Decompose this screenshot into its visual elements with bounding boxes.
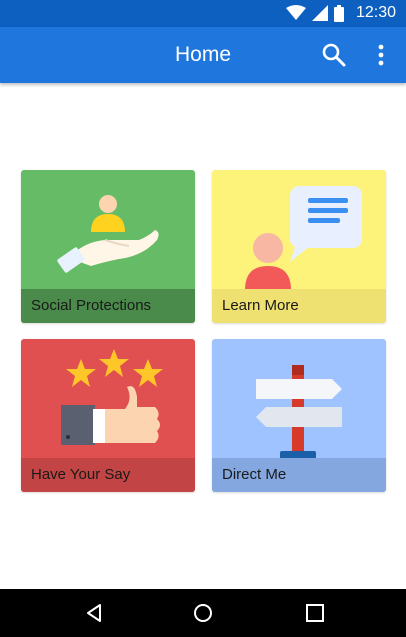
- wifi-icon: [285, 5, 306, 20]
- back-icon[interactable]: [82, 601, 106, 625]
- navigation-bar: [0, 589, 406, 637]
- app-bar: Home: [0, 27, 406, 83]
- status-bar: 12:30: [0, 0, 406, 27]
- tile-direct-me[interactable]: Direct Me: [212, 339, 386, 492]
- tile-label: Social Protections: [21, 289, 195, 323]
- hand-holding-person-icon: [57, 195, 159, 273]
- search-icon[interactable]: [321, 42, 347, 68]
- status-time: 12:30: [355, 4, 396, 21]
- recents-icon[interactable]: [303, 601, 327, 625]
- signal-icon: [311, 5, 328, 21]
- tile-have-your-say[interactable]: Have Your Say: [21, 339, 195, 492]
- person-speech-bubble-icon: [245, 186, 362, 290]
- battery-icon: [333, 4, 344, 22]
- tile-learn-more[interactable]: Learn More: [212, 170, 386, 323]
- home-icon[interactable]: [191, 601, 215, 625]
- tile-label: Learn More: [212, 289, 386, 323]
- thumbs-up-stars-icon: [61, 349, 163, 445]
- signpost-icon: [256, 365, 342, 459]
- tile-social-protections[interactable]: Social Protections: [21, 170, 195, 323]
- status-icons: 12:30: [285, 4, 396, 22]
- overflow-menu-icon[interactable]: [370, 42, 392, 68]
- tile-label: Have Your Say: [21, 458, 195, 492]
- tile-label: Direct Me: [212, 458, 386, 492]
